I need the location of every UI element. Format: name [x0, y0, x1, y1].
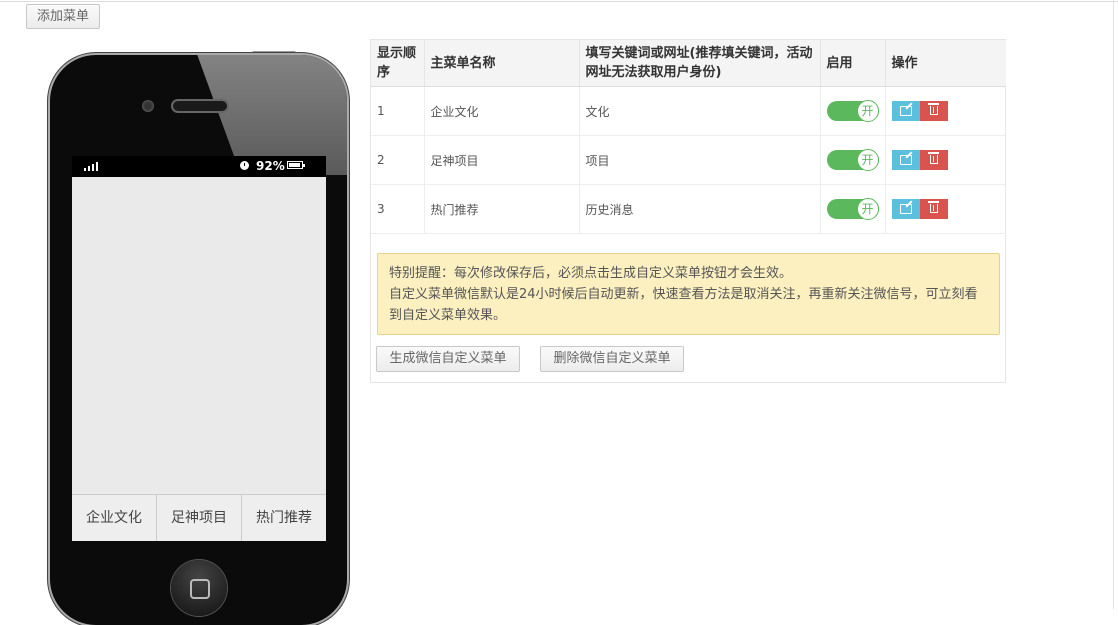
phone-menu-bar: 企业文化 足神项目 热门推荐 — [72, 494, 326, 541]
status-bar: 92% — [72, 156, 326, 177]
delete-menu-button[interactable]: 删除微信自定义菜单 — [540, 346, 684, 372]
pencil-icon — [899, 155, 912, 165]
table-row: 3 热门推荐 历史消息 开 — [371, 184, 1006, 234]
add-menu-button[interactable]: 添加菜单 — [26, 4, 100, 29]
row-order: 1 — [371, 86, 425, 136]
speaker-icon — [173, 101, 227, 111]
trash-icon — [927, 201, 939, 213]
trash-icon — [927, 103, 939, 115]
delete-button[interactable] — [919, 150, 948, 170]
camera-icon — [142, 100, 154, 112]
battery-icon — [287, 161, 305, 169]
header-order: 显示顺序 — [371, 40, 425, 87]
edit-button[interactable] — [891, 150, 920, 170]
pencil-icon — [899, 106, 912, 116]
trash-icon — [927, 152, 939, 164]
enable-toggle[interactable]: 开 — [826, 149, 879, 171]
menu-panel: 显示顺序 主菜单名称 填写关键词或网址(推荐填关键词，活动网址无法获取用户身份)… — [370, 39, 1006, 383]
enable-toggle[interactable]: 开 — [826, 198, 879, 220]
home-button-icon — [171, 560, 227, 616]
header-keyword: 填写关键词或网址(推荐填关键词，活动网址无法获取用户身份) — [579, 40, 821, 87]
menu-table: 显示顺序 主菜单名称 填写关键词或网址(推荐填关键词，活动网址无法获取用户身份)… — [371, 40, 1006, 234]
delete-button[interactable] — [919, 199, 948, 219]
row-name: 热门推荐 — [424, 184, 580, 234]
phone-mockup: 92% 企业文化 足神项目 热门推荐 — [50, 55, 347, 625]
row-keyword: 历史消息 — [579, 184, 821, 234]
generate-menu-button[interactable]: 生成微信自定义菜单 — [376, 346, 520, 372]
phone-menu-item[interactable]: 热门推荐 — [242, 495, 326, 541]
row-order: 2 — [371, 135, 425, 185]
row-keyword: 文化 — [579, 86, 821, 136]
toggle-knob: 开 — [856, 198, 879, 220]
enable-toggle[interactable]: 开 — [826, 100, 879, 122]
toggle-knob: 开 — [856, 100, 879, 122]
delete-button[interactable] — [919, 101, 948, 121]
row-keyword: 项目 — [579, 135, 821, 185]
clock-icon — [240, 161, 249, 170]
notice-box: 特别提醒：每次修改保存后，必须点击生成自定义菜单按钮才会生效。 自定义菜单微信默… — [377, 253, 1000, 335]
phone-screen: 92% 企业文化 足神项目 热门推荐 — [72, 156, 326, 541]
row-name: 足神项目 — [424, 135, 580, 185]
table-row: 2 足神项目 项目 开 — [371, 135, 1006, 185]
edit-button[interactable] — [891, 101, 920, 121]
header-name: 主菜单名称 — [424, 40, 580, 87]
header-actions: 操作 — [885, 40, 1006, 87]
battery-percent: 92% — [256, 159, 285, 173]
row-order: 3 — [371, 184, 425, 234]
signal-icon — [84, 162, 100, 171]
table-row: 1 企业文化 文化 开 — [371, 86, 1006, 136]
notice-line: 特别提醒：每次修改保存后，必须点击生成自定义菜单按钮才会生效。 — [389, 266, 793, 281]
header-enabled: 启用 — [820, 40, 886, 87]
row-name: 企业文化 — [424, 86, 580, 136]
top-divider — [0, 1, 1118, 2]
toggle-knob: 开 — [856, 149, 879, 171]
pencil-icon — [899, 204, 912, 214]
phone-menu-item[interactable]: 企业文化 — [72, 495, 157, 541]
edit-button[interactable] — [891, 199, 920, 219]
notice-line: 自定义菜单微信默认是24小时候后自动更新，快速查看方法是取消关注，再重新关注微信… — [389, 287, 978, 323]
phone-menu-item[interactable]: 足神项目 — [157, 495, 242, 541]
right-divider — [1113, 0, 1114, 609]
